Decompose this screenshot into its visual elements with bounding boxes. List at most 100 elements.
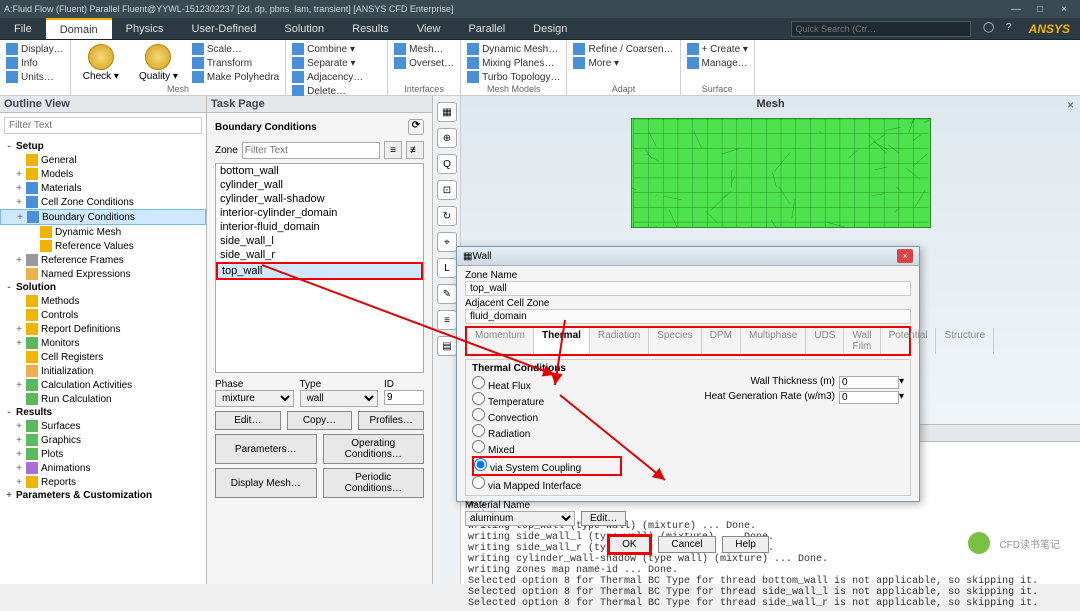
copy-button[interactable]: Copy… xyxy=(287,411,353,430)
menu-results[interactable]: Results xyxy=(338,18,403,39)
graphics-tool-icon[interactable]: ⊡ xyxy=(437,180,457,200)
zone-filter-input[interactable] xyxy=(242,142,380,159)
tree-node[interactable]: +Graphics xyxy=(0,433,206,447)
thermal-condition-option[interactable]: Radiation xyxy=(472,424,622,440)
ribbon-button[interactable]: Info xyxy=(6,56,64,70)
id-field[interactable] xyxy=(384,390,424,405)
edit-button[interactable]: Edit… xyxy=(215,411,281,430)
menu-file[interactable]: File xyxy=(0,18,46,39)
graphics-tool-icon[interactable]: ✎ xyxy=(437,284,457,304)
ribbon-button[interactable]: Mixing Planes… xyxy=(467,56,560,70)
ribbon-button[interactable]: Display… xyxy=(6,42,64,56)
tree-node[interactable]: +Reference Frames xyxy=(0,253,206,267)
thermal-condition-option[interactable]: Heat Flux xyxy=(472,376,622,392)
zone-list-item[interactable]: top_wall xyxy=(216,262,423,280)
heat-gen-input[interactable] xyxy=(839,391,899,404)
tree-expander-icon[interactable]: + xyxy=(14,463,24,474)
graphics-tool-icon[interactable]: ⌖ xyxy=(437,232,457,252)
zone-list-item[interactable]: bottom_wall xyxy=(216,164,423,178)
graphics-tool-icon[interactable]: L xyxy=(437,258,457,278)
wall-dialog-tab[interactable]: Species xyxy=(649,328,702,354)
zone-filter-expand-icon[interactable]: ≢ xyxy=(406,141,424,159)
wall-dialog-tab[interactable]: Thermal xyxy=(534,328,590,354)
tree-node[interactable]: +Surfaces xyxy=(0,419,206,433)
tree-node[interactable]: General xyxy=(0,153,206,167)
ribbon-button[interactable]: Overset… xyxy=(394,56,454,70)
thermal-radio[interactable] xyxy=(472,376,485,389)
menu-physics[interactable]: Physics xyxy=(112,18,178,39)
tree-expander-icon[interactable]: + xyxy=(14,197,24,208)
tree-node[interactable]: Methods xyxy=(0,294,206,308)
tree-expander-icon[interactable]: + xyxy=(14,183,24,194)
ribbon-button[interactable]: Manage… xyxy=(687,56,748,70)
graphics-tool-icon[interactable]: ▤ xyxy=(437,336,457,356)
ribbon-button[interactable]: Separate ▾ xyxy=(292,56,381,70)
outline-filter-input[interactable] xyxy=(4,117,202,134)
thermal-condition-option[interactable]: Convection xyxy=(472,408,622,424)
display-mesh-button[interactable]: Display Mesh… xyxy=(215,468,317,498)
tree-expander-icon[interactable]: - xyxy=(4,141,14,152)
tree-node[interactable]: -Setup xyxy=(0,140,206,153)
ribbon-bigbtn[interactable]: Quality ▾ xyxy=(133,42,184,84)
zone-list-item[interactable]: cylinder_wall-shadow xyxy=(216,192,423,206)
graphics-tool-icon[interactable]: ▦ xyxy=(437,102,457,122)
ok-button[interactable]: OK xyxy=(607,534,651,555)
tree-expander-icon[interactable]: + xyxy=(14,255,24,266)
graphics-tool-icon[interactable]: Q xyxy=(437,154,457,174)
tree-expander-icon[interactable]: + xyxy=(14,435,24,446)
tree-expander-icon[interactable]: + xyxy=(14,380,24,391)
ribbon-button[interactable]: Units… xyxy=(6,70,64,84)
wall-dialog-tab[interactable]: Radiation xyxy=(590,328,649,354)
cancel-button[interactable]: Cancel xyxy=(658,536,715,553)
periodic-conditions-button[interactable]: Periodic Conditions… xyxy=(323,468,425,498)
outline-tree[interactable]: -SetupGeneral+Models+Materials+Cell Zone… xyxy=(0,138,206,584)
help-icon[interactable]: ? xyxy=(999,18,1019,39)
tree-node[interactable]: -Solution xyxy=(0,281,206,294)
wall-dialog-tab[interactable]: Potential xyxy=(881,328,937,354)
ribbon-button[interactable]: Turbo Topology… xyxy=(467,70,560,84)
tree-expander-icon[interactable]: - xyxy=(4,282,14,293)
tree-expander-icon[interactable]: + xyxy=(14,338,24,349)
graphics-tool-icon[interactable]: ↻ xyxy=(437,206,457,226)
tree-node[interactable]: Dynamic Mesh xyxy=(0,225,206,239)
tree-expander-icon[interactable]: + xyxy=(14,421,24,432)
tree-node[interactable]: +Plots xyxy=(0,447,206,461)
zone-list[interactable]: bottom_wallcylinder_wallcylinder_wall-sh… xyxy=(215,163,424,373)
ribbon-bigbtn[interactable]: Check ▾ xyxy=(77,42,125,84)
tree-node[interactable]: +Report Definitions xyxy=(0,322,206,336)
quick-search-input[interactable] xyxy=(791,21,971,37)
zone-list-item[interactable]: interior-fluid_domain xyxy=(216,220,423,234)
thermal-condition-option[interactable]: via System Coupling xyxy=(472,456,622,476)
ribbon-button[interactable]: + Create ▾ xyxy=(687,42,748,56)
wall-dialog-tab[interactable]: Wall Film xyxy=(844,328,880,354)
thermal-radio[interactable] xyxy=(472,476,485,489)
thermal-radio[interactable] xyxy=(472,392,485,405)
tree-node[interactable]: Reference Values xyxy=(0,239,206,253)
ribbon-button[interactable]: Combine ▾ xyxy=(292,42,381,56)
tree-expander-icon[interactable]: + xyxy=(14,324,24,335)
tree-node[interactable]: Named Expressions xyxy=(0,267,206,281)
thermal-radio[interactable] xyxy=(472,408,485,421)
user-icon[interactable]: ◯ xyxy=(979,18,999,39)
tree-node[interactable]: +Models xyxy=(0,167,206,181)
zone-list-item[interactable]: interior-cylinder_domain xyxy=(216,206,423,220)
wall-dialog-tab[interactable]: UDS xyxy=(806,328,844,354)
wall-dialog-tab[interactable]: Structure xyxy=(936,328,994,354)
profiles-button[interactable]: Profiles… xyxy=(358,411,424,430)
tree-expander-icon[interactable]: + xyxy=(4,490,14,501)
tree-node[interactable]: Run Calculation xyxy=(0,392,206,406)
operating-conditions-button[interactable]: Operating Conditions… xyxy=(323,434,425,464)
wall-dialog-tab[interactable]: Multiphase xyxy=(741,328,806,354)
tree-node[interactable]: +Materials xyxy=(0,181,206,195)
ribbon-button[interactable]: Refine / Coarsen… xyxy=(573,42,673,56)
tree-expander-icon[interactable]: + xyxy=(14,169,24,180)
tree-node[interactable]: +Monitors xyxy=(0,336,206,350)
wall-dialog-tab[interactable]: Momentum xyxy=(467,328,534,354)
type-select[interactable]: wall xyxy=(300,390,379,407)
menu-parallel[interactable]: Parallel xyxy=(454,18,519,39)
thermal-radio[interactable] xyxy=(474,458,487,471)
tree-node[interactable]: +Boundary Conditions xyxy=(0,209,206,225)
menu-user-defined[interactable]: User-Defined xyxy=(178,18,271,39)
maximize-button[interactable]: □ xyxy=(1028,4,1052,15)
menu-design[interactable]: Design xyxy=(519,18,581,39)
